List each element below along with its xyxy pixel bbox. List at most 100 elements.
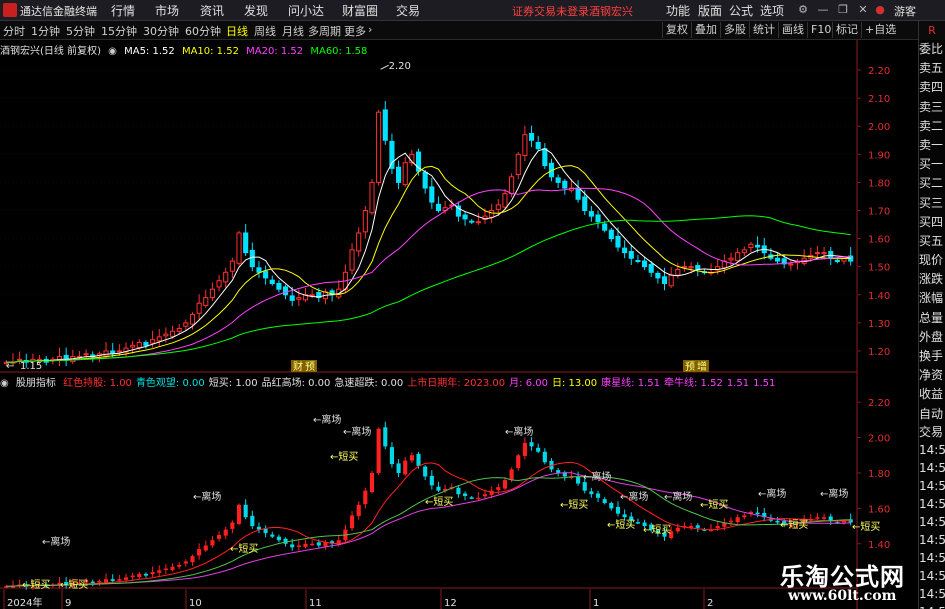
- menu-jiaoyi[interactable]: 交易: [396, 2, 420, 19]
- signal-duanmai-1: ←短买: [60, 578, 88, 591]
- btn-fuquan[interactable]: 复权: [662, 22, 691, 38]
- alert-icon[interactable]: ●: [872, 2, 888, 18]
- sub-bar-101: [675, 527, 680, 532]
- sub-bar-55: [369, 472, 375, 493]
- sub-bar-36: [243, 504, 248, 518]
- candle-body-46: [309, 294, 315, 297]
- sub-bar-92: [615, 506, 621, 514]
- btn-duogu[interactable]: 多股: [720, 22, 749, 38]
- candle-body-37: [249, 249, 255, 268]
- eye-icon[interactable]: ◉: [108, 46, 117, 57]
- sub-bar-44: [296, 545, 301, 548]
- trade-item-2: 14:56: [919, 442, 945, 457]
- main-tick-label-5: 1.70: [868, 207, 890, 218]
- period-1min[interactable]: 1分钟: [31, 23, 60, 39]
- trade-item-4: 14:56: [919, 478, 945, 493]
- signal-lichang-8: ←离场: [758, 487, 786, 500]
- date-label-6: 2: [707, 598, 713, 609]
- kline-chart[interactable]: 2.20 2.10 2.00 1.90 1.80 1.70 1.60 1.50 1.40 1.30…: [0, 40, 890, 609]
- sub-bar-33: [223, 529, 228, 536]
- restore-icon[interactable]: ❐: [835, 2, 851, 18]
- trade-item-5: 14:56: [919, 496, 945, 511]
- signal-duanmai-8: ←短买: [700, 498, 728, 511]
- period-30min[interactable]: 30分钟: [143, 23, 179, 39]
- date-label-3: 11: [309, 598, 322, 609]
- stock-tab[interactable]: 酒钢宏兴: [589, 3, 633, 19]
- sub-bar-113: [755, 512, 760, 515]
- quote-label-12: 涨跌: [919, 272, 944, 287]
- candle-body-15: [103, 350, 109, 357]
- sub-bar-89: [595, 493, 601, 498]
- quote-label-6: 买一: [919, 157, 944, 172]
- period-5min[interactable]: 5分钟: [66, 23, 95, 39]
- indicator-value-8: 康星线: 1.51: [601, 378, 660, 389]
- high-pointer: [380, 64, 389, 70]
- menu-hangqing[interactable]: 行情: [111, 2, 135, 19]
- candle-body-30: [203, 297, 209, 306]
- menu-gongneng[interactable]: 功能: [666, 2, 690, 19]
- sub-bar-15: [103, 579, 109, 583]
- app-logo-icon: [3, 3, 17, 17]
- candle-body-86: [575, 187, 581, 200]
- sub-bar-20: [137, 573, 142, 578]
- quote-labels: 委比 卖五 卖四 卖三 卖二 卖一 买一 买二 买三 买四 买五 现价 涨跌 涨幅 总量 外盘 换手 净资 收益: [919, 40, 945, 405]
- period-15min[interactable]: 15分钟: [101, 23, 137, 39]
- indicator-value-2: 短买: 1.00: [208, 378, 258, 389]
- signal-lichang-1: ←离场: [193, 490, 221, 503]
- watermark-url: www.60lt.com: [788, 588, 897, 604]
- btn-f10[interactable]: F10: [807, 22, 834, 38]
- menu-xuanxiang[interactable]: 选项: [760, 2, 784, 19]
- signal-duanmai-9: ←短买: [780, 518, 808, 531]
- menu-zixun[interactable]: 资讯: [200, 2, 224, 19]
- signal-lichang-6: ←离场: [620, 490, 648, 503]
- candle-body-28: [189, 313, 196, 325]
- period-weekly[interactable]: 周线: [254, 23, 276, 39]
- sub-bar-79: [529, 442, 534, 447]
- sub-bar-47: [316, 542, 321, 546]
- sub-bar-124: [828, 516, 833, 521]
- period-daily[interactable]: 日线: [226, 23, 248, 39]
- minimize-icon[interactable]: —: [815, 2, 831, 18]
- btn-diejia[interactable]: 叠加: [691, 22, 720, 38]
- sub-bar-46: [310, 543, 315, 546]
- candle-body-17: [116, 350, 122, 353]
- period-multi[interactable]: 多周期: [308, 23, 341, 39]
- btn-tongji[interactable]: 统计: [749, 22, 778, 38]
- indicator-value-0: 红色持股: 1.00: [63, 378, 132, 389]
- sub-bar-86: [576, 476, 581, 484]
- candle-body-42: [282, 286, 289, 296]
- indicator-name: 股朋指标: [15, 378, 56, 389]
- sub-bar-93: [622, 514, 627, 518]
- chevron-right-icon[interactable]: ›: [368, 23, 372, 36]
- sub-info-bar: ◉ 股朋指标 红色持股: 1.00 青色观望: 0.00 短买: 1.00 品红高场:…: [0, 374, 783, 389]
- indicator-value-10: 1.51: [726, 378, 750, 389]
- guest-label[interactable]: 游客: [894, 3, 916, 19]
- period-60min[interactable]: 60分钟: [185, 23, 221, 39]
- eye-icon-sub[interactable]: ◉: [0, 378, 9, 389]
- indicator-value-11: 1.51: [753, 378, 776, 389]
- sub-bar-122: [815, 517, 820, 519]
- menu-caifuquan[interactable]: 财富圈: [342, 2, 378, 19]
- menu-shichang[interactable]: 市场: [155, 2, 179, 19]
- sub-bar-43: [290, 544, 295, 548]
- gear-icon[interactable]: ⚙: [795, 2, 811, 18]
- menu-banmian[interactable]: 版面: [698, 2, 722, 19]
- menu-wenxiaoda[interactable]: 问小达: [288, 2, 324, 19]
- period-fenshi[interactable]: 分时: [3, 23, 25, 39]
- sub-bar-61: [409, 455, 414, 461]
- btn-zixuan[interactable]: +自选: [861, 22, 899, 38]
- menu-faxian[interactable]: 发现: [244, 2, 268, 19]
- sub-bar-64: [429, 475, 434, 486]
- period-monthly[interactable]: 月线: [282, 23, 304, 39]
- low-label: 1.15: [20, 361, 42, 372]
- period-more[interactable]: 更多: [344, 23, 366, 39]
- sub-bar-28: [190, 556, 195, 563]
- trade-login-notice[interactable]: 证券交易未登录: [512, 3, 589, 19]
- btn-huaxian[interactable]: 画线: [778, 22, 807, 38]
- menu-gongshi[interactable]: 公式: [729, 2, 753, 19]
- candle-body-118: [788, 263, 794, 266]
- quote-side-panel: 委比 卖五 卖四 卖三 卖二 卖一 买一 买二 买三 买四 买五 现价 涨跌 涨幅 总量 外盘 换手 净资 收益 自…: [918, 40, 945, 609]
- sub-bar-54: [363, 490, 368, 505]
- close-icon[interactable]: ✕: [855, 2, 871, 18]
- btn-biaoji[interactable]: 标记: [832, 22, 861, 38]
